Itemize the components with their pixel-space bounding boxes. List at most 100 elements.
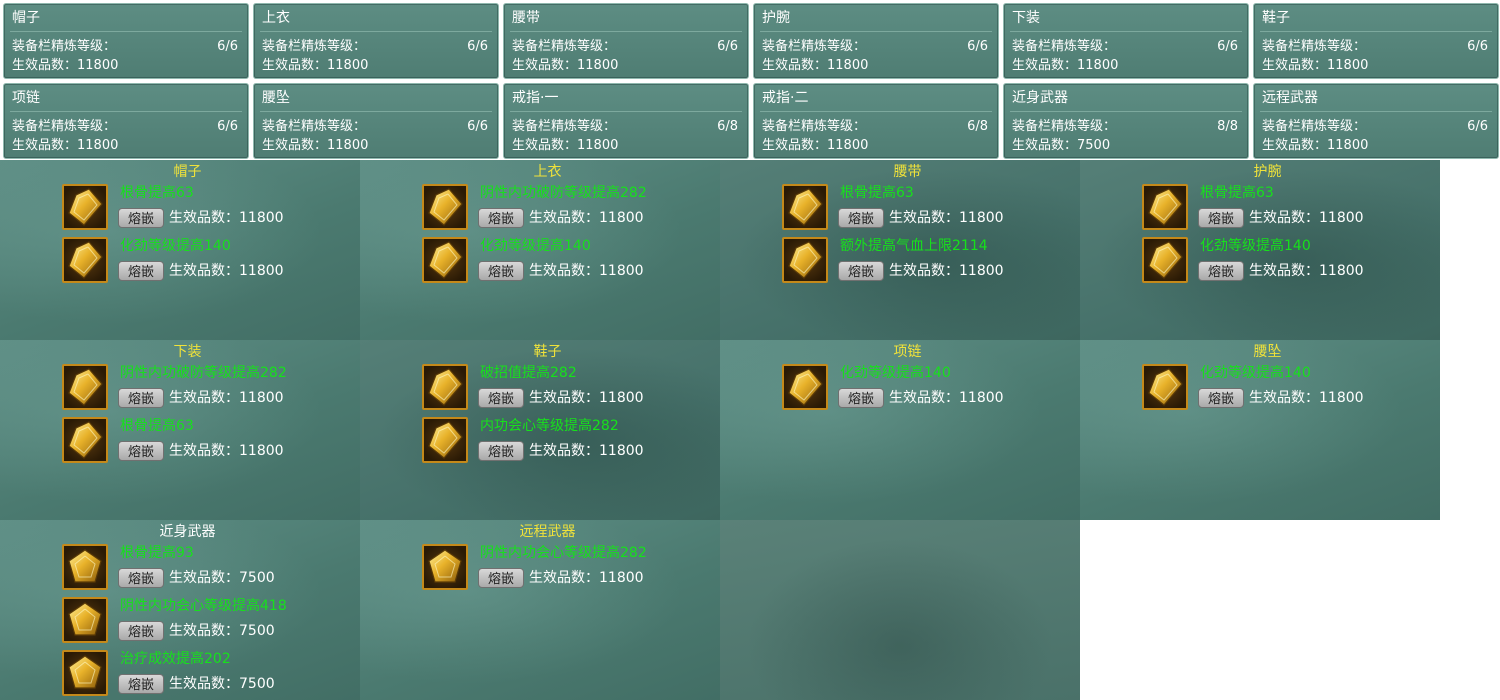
- refine-level-label: 装备栏精炼等级：: [1012, 119, 1117, 134]
- effective-quality-label: 生效品数：: [1262, 58, 1328, 73]
- gem-effect-text: 破招值提高282: [480, 365, 577, 381]
- inlay-button[interactable]: 熔嵌: [118, 568, 164, 588]
- gem-quality-label: 生效品数：: [169, 210, 239, 226]
- golden-gem-icon: [62, 417, 108, 463]
- inlay-button[interactable]: 熔嵌: [118, 621, 164, 641]
- gem-quality-value: 7500: [239, 570, 275, 586]
- effective-quality-value: 11800: [77, 138, 119, 153]
- divider: [10, 111, 242, 112]
- slot-card[interactable]: 近身武器 装备栏精炼等级： 8/8 生效品数：7500: [1003, 83, 1249, 159]
- divider: [1260, 111, 1492, 112]
- golden-gem-icon: [422, 237, 468, 283]
- slot-card[interactable]: 腰坠 装备栏精炼等级： 6/6 生效品数：11800: [253, 83, 499, 159]
- slot-name: 近身武器: [1012, 90, 1068, 106]
- effective-quality-value: 11800: [827, 58, 869, 73]
- slot-card[interactable]: 帽子 装备栏精炼等级： 6/6 生效品数：11800: [3, 3, 249, 79]
- inlay-button[interactable]: 熔嵌: [478, 568, 524, 588]
- slot-card[interactable]: 远程武器 装备栏精炼等级： 6/6 生效品数：11800: [1253, 83, 1499, 159]
- panel-title: 上衣: [533, 164, 562, 180]
- gem-panel: 腰坠 化劲等级提高140 熔嵌 生效品数：11800: [1080, 340, 1440, 520]
- inlay-button[interactable]: 熔嵌: [1198, 388, 1244, 408]
- effective-quality-value: 11800: [1327, 58, 1369, 73]
- slot-name: 上衣: [262, 10, 290, 26]
- inlay-button[interactable]: 熔嵌: [118, 388, 164, 408]
- gem-quality-value: 11800: [239, 443, 284, 459]
- inlay-button[interactable]: 熔嵌: [118, 674, 164, 694]
- gem-effect-text: 化劲等级提高140: [840, 365, 951, 381]
- golden-gem-icon: [62, 364, 108, 410]
- gem-entry: 阴性内功破防等级提高282 熔嵌 生效品数：11800: [422, 184, 712, 234]
- refine-level-value: 6/6: [217, 119, 238, 134]
- gem-effect-text: 根骨提高63: [120, 185, 194, 201]
- effective-quality: 生效品数：7500: [1012, 137, 1110, 155]
- gem-effect-text: 根骨提高93: [120, 545, 194, 561]
- effective-quality: 生效品数：11800: [762, 57, 868, 75]
- slot-card[interactable]: 下装 装备栏精炼等级： 6/6 生效品数：11800: [1003, 3, 1249, 79]
- refine-level-value: 6/6: [967, 39, 988, 54]
- gem-effect-text: 根骨提高63: [840, 185, 914, 201]
- refine-level-value: 6/6: [467, 119, 488, 134]
- inlay-button[interactable]: 熔嵌: [118, 261, 164, 281]
- effective-quality-label: 生效品数：: [512, 58, 578, 73]
- gem-entry: 阴性内功会心等级提高418 熔嵌 生效品数：7500: [62, 597, 352, 647]
- inlay-button[interactable]: 熔嵌: [478, 261, 524, 281]
- inlay-button[interactable]: 熔嵌: [478, 441, 524, 461]
- gem-panel: 腰带 根骨提高63 熔嵌 生效品数：11800 额外提高气血上限2114 熔嵌 生效品数：1…: [720, 160, 1080, 340]
- refine-level-value: 6/6: [217, 39, 238, 54]
- golden-gem-icon: [1142, 364, 1188, 410]
- gem-quality-value: 11800: [239, 390, 284, 406]
- gem-panel: 帽子 根骨提高63 熔嵌 生效品数：11800 化劲等级提高140 熔嵌 生效品数：1180…: [0, 160, 360, 340]
- panel-title: 腰坠: [1253, 344, 1282, 360]
- gem-entry: 阴性内功会心等级提高282 熔嵌 生效品数：11800: [422, 544, 712, 594]
- gem-effect-text: 阴性内功会心等级提高418: [120, 598, 287, 614]
- refine-level-value: 6/6: [1467, 119, 1488, 134]
- panel-title: 腰带: [893, 164, 922, 180]
- inlay-button[interactable]: 熔嵌: [478, 388, 524, 408]
- effective-quality: 生效品数：11800: [1262, 57, 1368, 75]
- gem-effective-quality: 生效品数：11800: [169, 389, 284, 407]
- inlay-button[interactable]: 熔嵌: [1198, 261, 1244, 281]
- gem-effect-text: 阴性内功破防等级提高282: [120, 365, 287, 381]
- gem-quality-label: 生效品数：: [529, 443, 599, 459]
- gem-effective-quality: 生效品数：11800: [1249, 389, 1364, 407]
- gem-effective-quality: 生效品数：7500: [169, 622, 275, 640]
- gem-effective-quality: 生效品数：11800: [889, 389, 1004, 407]
- inlay-button[interactable]: 熔嵌: [118, 208, 164, 228]
- inlay-button[interactable]: 熔嵌: [838, 388, 884, 408]
- gem-quality-label: 生效品数：: [169, 390, 239, 406]
- inlay-button[interactable]: 熔嵌: [118, 441, 164, 461]
- inlay-button[interactable]: 熔嵌: [838, 208, 884, 228]
- slot-card[interactable]: 鞋子 装备栏精炼等级： 6/6 生效品数：11800: [1253, 3, 1499, 79]
- effective-quality-label: 生效品数：: [762, 138, 828, 153]
- gem-effect-text: 根骨提高63: [120, 418, 194, 434]
- inlay-button[interactable]: 熔嵌: [1198, 208, 1244, 228]
- divider: [760, 31, 992, 32]
- gem-effect-text: 额外提高气血上限2114: [840, 238, 988, 254]
- gem-effective-quality: 生效品数：11800: [529, 569, 644, 587]
- golden-gem-icon: [422, 417, 468, 463]
- gem-entry: 化劲等级提高140 熔嵌 生效品数：11800: [782, 364, 1072, 414]
- slot-card[interactable]: 项链 装备栏精炼等级： 6/6 生效品数：11800: [3, 83, 249, 159]
- slot-card[interactable]: 腰带 装备栏精炼等级： 6/6 生效品数：11800: [503, 3, 749, 79]
- effective-quality-value: 11800: [1077, 58, 1119, 73]
- gem-quality-value: 11800: [1319, 263, 1364, 279]
- gem-effect-text: 根骨提高63: [1200, 185, 1274, 201]
- refine-level-label: 装备栏精炼等级：: [1262, 119, 1367, 134]
- slot-card[interactable]: 护腕 装备栏精炼等级： 6/6 生效品数：11800: [753, 3, 999, 79]
- gem-panel: 鞋子 破招值提高282 熔嵌 生效品数：11800 内功会心等级提高282 熔嵌 生效品数：…: [360, 340, 720, 520]
- slot-card[interactable]: 戒指·二 装备栏精炼等级： 6/8 生效品数：11800: [753, 83, 999, 159]
- inlay-button[interactable]: 熔嵌: [838, 261, 884, 281]
- gem-effective-quality: 生效品数：11800: [529, 209, 644, 227]
- gem-entry: 治疗成效提高202 熔嵌 生效品数：7500: [62, 650, 352, 700]
- inlay-button[interactable]: 熔嵌: [478, 208, 524, 228]
- effective-quality-label: 生效品数：: [262, 138, 328, 153]
- slot-card[interactable]: 上衣 装备栏精炼等级： 6/6 生效品数：11800: [253, 3, 499, 79]
- gem-quality-label: 生效品数：: [169, 676, 239, 692]
- gem-quality-value: 11800: [599, 210, 644, 226]
- slot-name: 戒指·二: [762, 90, 809, 106]
- gem-entry: 根骨提高63 熔嵌 生效品数：11800: [1142, 184, 1432, 234]
- effective-quality-value: 11800: [827, 138, 869, 153]
- slot-card[interactable]: 戒指·一 装备栏精炼等级： 6/8 生效品数：11800: [503, 83, 749, 159]
- gem-entry: 化劲等级提高140 熔嵌 生效品数：11800: [422, 237, 712, 287]
- golden-gem-icon: [1142, 184, 1188, 230]
